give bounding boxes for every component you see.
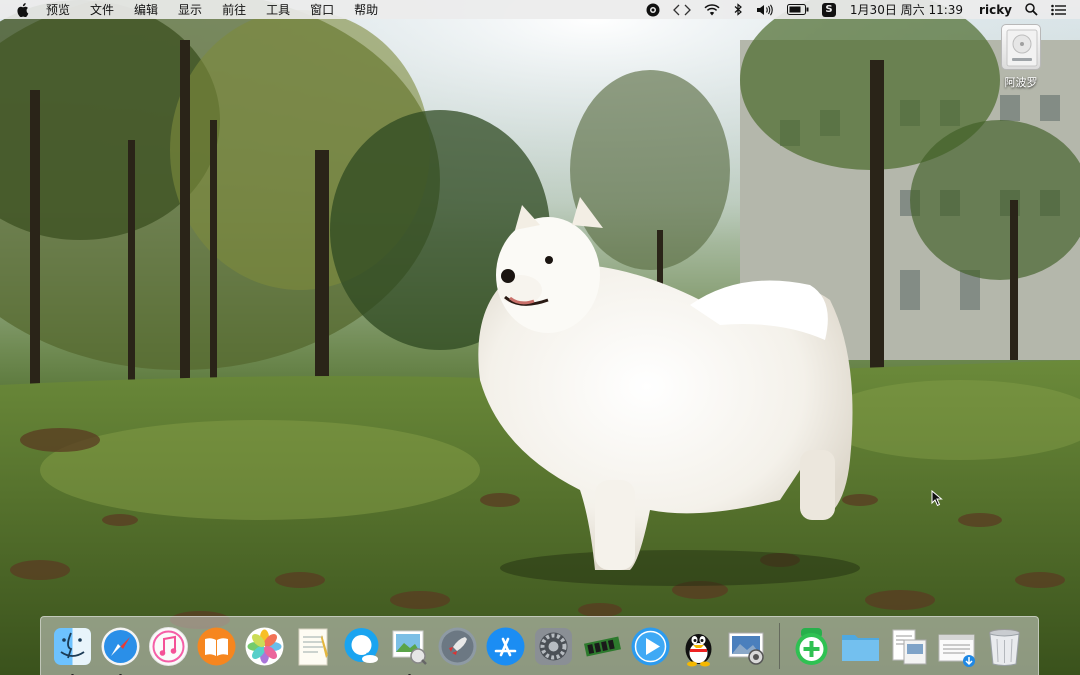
menu-bar-right: S 1月30日 周六 11:39 ricky <box>633 0 1066 19</box>
preview-icon <box>392 630 427 665</box>
photos-icon <box>245 627 284 665</box>
desktop-wallpaper <box>0 0 1080 675</box>
dock-quicktime[interactable] <box>629 625 672 668</box>
itunes-icon <box>148 626 188 666</box>
dock-trash[interactable] <box>983 625 1026 668</box>
s-app-icon[interactable]: S <box>821 2 836 17</box>
safari-icon <box>101 627 140 665</box>
dock-qq-browser[interactable] <box>340 625 383 668</box>
menu-clock[interactable]: 1月30日 周六 11:39 <box>850 1 963 18</box>
dock-add-app[interactable] <box>790 625 833 668</box>
menu-preview[interactable]: 预览 <box>46 1 70 18</box>
apple-logo-icon[interactable] <box>16 2 30 17</box>
menu-bar-left: 预览 文件 编辑 显示 前往 工具 窗口 帮助 <box>16 0 398 19</box>
dock-memory-cleaner[interactable] <box>581 625 624 668</box>
dock-photos[interactable] <box>243 625 286 668</box>
hard-drive-icon[interactable] <box>1001 24 1041 70</box>
dock-document[interactable] <box>887 625 930 668</box>
launchpad-icon <box>438 627 477 665</box>
dock-system-preferences[interactable] <box>532 625 575 668</box>
qq-browser-icon <box>344 627 379 663</box>
dock-downloads[interactable] <box>935 625 978 668</box>
wallpaper-scene <box>0 0 1080 675</box>
dock-preview[interactable] <box>388 625 431 675</box>
dock-ibooks[interactable] <box>195 625 238 668</box>
ibooks-icon <box>197 627 236 665</box>
dock-image-capture[interactable] <box>725 625 768 668</box>
qq-penguin-icon <box>685 633 712 666</box>
menu-help[interactable]: 帮助 <box>354 1 378 18</box>
play-icon <box>631 627 670 665</box>
desktop-drive-item[interactable]: 阿波罗 <box>996 24 1046 90</box>
dock-safari[interactable] <box>99 625 142 675</box>
add-plus-icon <box>795 627 828 665</box>
search-icon[interactable] <box>1025 3 1038 16</box>
downloads-stack-icon <box>938 634 975 667</box>
dock-itunes[interactable] <box>147 625 190 668</box>
menu-window[interactable]: 窗口 <box>310 1 334 18</box>
dock-app-store[interactable] <box>484 625 527 668</box>
app-circle-icon[interactable] <box>646 3 660 17</box>
code-brackets-icon[interactable] <box>673 4 691 16</box>
dock-qq[interactable] <box>677 625 720 668</box>
finder-icon <box>53 627 91 665</box>
menu-file[interactable]: 文件 <box>90 1 114 18</box>
drive-label: 阿波罗 <box>1004 76 1038 89</box>
dock-launchpad[interactable] <box>436 625 479 668</box>
dock-textedit[interactable] <box>292 625 335 668</box>
bluetooth-icon[interactable] <box>733 3 743 16</box>
battery-icon[interactable] <box>786 4 809 15</box>
menu-bar: 预览 文件 编辑 显示 前往 工具 窗口 帮助 S 1月30日 周六 11:39… <box>0 0 1080 19</box>
menu-view[interactable]: 显示 <box>178 1 202 18</box>
image-capture-icon <box>728 632 764 665</box>
dock-folder[interactable] <box>839 625 882 668</box>
menu-tools[interactable]: 工具 <box>266 1 290 18</box>
memory-chip-icon <box>583 636 621 656</box>
menu-edit[interactable]: 编辑 <box>134 1 158 18</box>
textedit-icon <box>298 628 328 665</box>
dock <box>40 616 1039 675</box>
wifi-icon[interactable] <box>704 3 720 16</box>
dock-finder[interactable] <box>51 625 94 675</box>
menu-go[interactable]: 前往 <box>222 1 246 18</box>
dock-separator <box>778 623 780 669</box>
mouse-cursor-icon <box>931 489 943 511</box>
list-icon[interactable] <box>1051 4 1066 16</box>
app-store-icon <box>486 627 525 665</box>
user-name[interactable]: ricky <box>979 3 1012 17</box>
folder-icon <box>841 634 879 661</box>
document-icon <box>892 629 927 664</box>
trash-icon <box>989 628 1021 666</box>
gear-icon <box>535 627 573 665</box>
volume-icon[interactable] <box>756 3 774 16</box>
